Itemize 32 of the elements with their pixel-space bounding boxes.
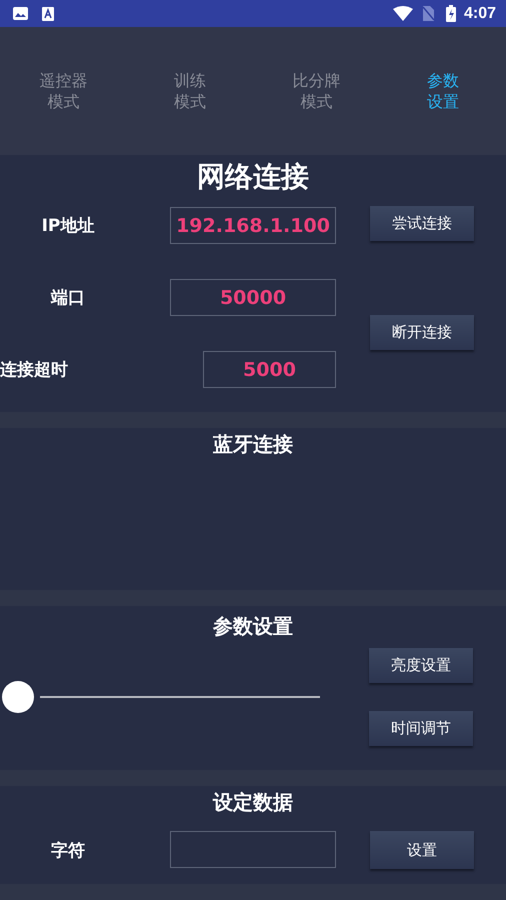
slider-thumb[interactable] [2, 681, 34, 713]
battery-icon [446, 5, 456, 22]
field-label: IP地址 [42, 215, 94, 237]
mode-tab[interactable]: 参数 [426, 70, 459, 91]
action-button[interactable]: 亮度设置 [369, 648, 473, 683]
wifi-icon [392, 6, 413, 21]
mode-tab[interactable]: 模式 [300, 91, 332, 112]
mode-tab[interactable]: 比分牌 [292, 70, 340, 91]
mode-tab[interactable]: 模式 [47, 91, 80, 112]
image-icon [13, 7, 28, 20]
field-label: 字符 [51, 840, 85, 862]
mode-tab[interactable]: 设置 [426, 91, 459, 112]
section-title: 网络连接 [197, 159, 309, 195]
input-field[interactable]: 50000 [170, 279, 336, 316]
section-title: 参数设置 [213, 613, 293, 640]
no-sim-icon [422, 6, 434, 21]
action-button[interactable]: 设置 [370, 831, 474, 869]
section-title: 设定数据 [213, 789, 293, 816]
input-field[interactable] [170, 831, 336, 868]
action-button[interactable]: 断开连接 [370, 315, 474, 350]
section-title: 蓝牙连接 [213, 431, 293, 458]
action-button[interactable]: 尝试连接 [370, 206, 474, 241]
action-button[interactable]: 时间调节 [369, 711, 473, 746]
text-icon [42, 6, 54, 20]
mode-tab[interactable]: 模式 [174, 91, 206, 112]
input-field[interactable]: 5000 [203, 351, 336, 388]
mode-tab[interactable]: 遥控器 [39, 70, 88, 91]
mode-tab[interactable]: 训练 [174, 70, 206, 91]
clock-time: 4:07 [464, 4, 496, 22]
field-label: 连接超时 [0, 359, 68, 381]
field-label: 端口 [51, 287, 85, 309]
input-field[interactable]: 192.168.1.100 [170, 207, 336, 244]
